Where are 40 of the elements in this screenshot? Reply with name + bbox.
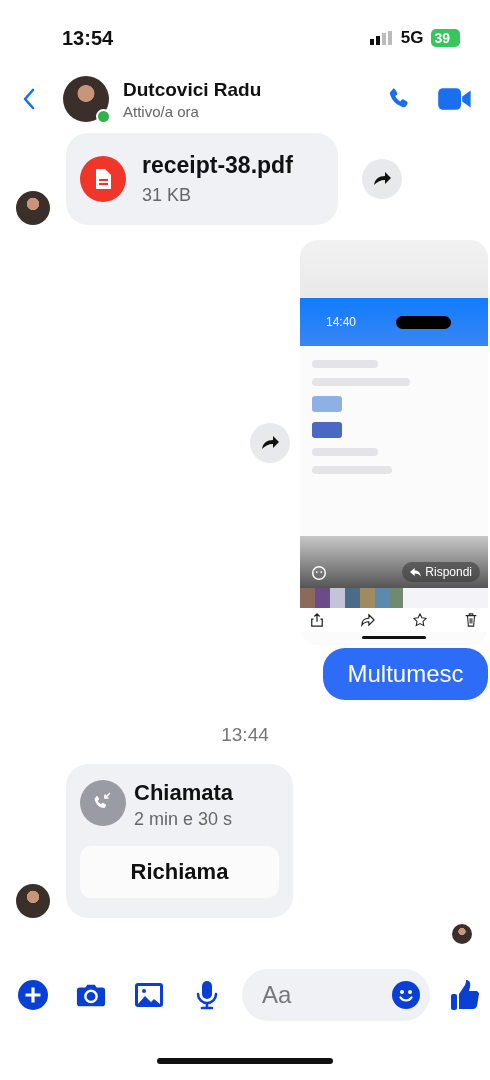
call-duration: 2 min e 30 s (134, 809, 234, 830)
thumbs-up-icon[interactable] (450, 979, 480, 1011)
avatar (16, 191, 50, 225)
star-icon (412, 613, 427, 627)
file-attachment[interactable]: receipt-38.pdf 31 KB (66, 133, 338, 225)
forward-icon[interactable] (250, 422, 290, 463)
contact-status: Attivo/a ora (123, 102, 200, 120)
smiley-icon (310, 564, 328, 582)
call-title: Chiamata (134, 780, 234, 806)
smiley-icon[interactable] (392, 981, 420, 1009)
file-size: 31 KB (142, 185, 193, 206)
message-bubble: Multumesc (323, 648, 488, 700)
timestamp: 13:44 (221, 723, 269, 747)
share-icon (310, 613, 324, 627)
message-input[interactable]: Aa (242, 969, 430, 1021)
battery-level: 39 (431, 29, 460, 47)
back-icon[interactable] (22, 87, 36, 111)
reply-icon (410, 567, 422, 577)
avatar (16, 884, 50, 918)
document-icon (80, 156, 126, 202)
status-time: 13:54 (62, 26, 114, 50)
forward-icon[interactable] (362, 159, 402, 199)
forward-arrow-icon (361, 613, 376, 627)
call-back-button[interactable]: Richiama (80, 846, 279, 898)
contact-name: Dutcovici Radu (123, 78, 263, 101)
avatar (452, 924, 472, 944)
signal-icon (368, 31, 393, 45)
home-indicator (362, 636, 426, 639)
missed-call-icon (80, 780, 126, 826)
trash-icon (464, 613, 478, 627)
screenshot-time: 14:40 (326, 315, 357, 329)
image-icon[interactable] (134, 980, 164, 1010)
dynamic-island (396, 315, 452, 329)
screenshot-image[interactable]: 14:40 Rispondi (300, 240, 488, 645)
file-name: receipt-38.pdf (142, 152, 293, 179)
reply-label: Rispondi (425, 565, 472, 579)
network-label: 5G (400, 28, 424, 48)
video-camera-icon[interactable] (438, 87, 472, 111)
avatar (63, 76, 109, 122)
plus-icon[interactable] (18, 980, 48, 1010)
